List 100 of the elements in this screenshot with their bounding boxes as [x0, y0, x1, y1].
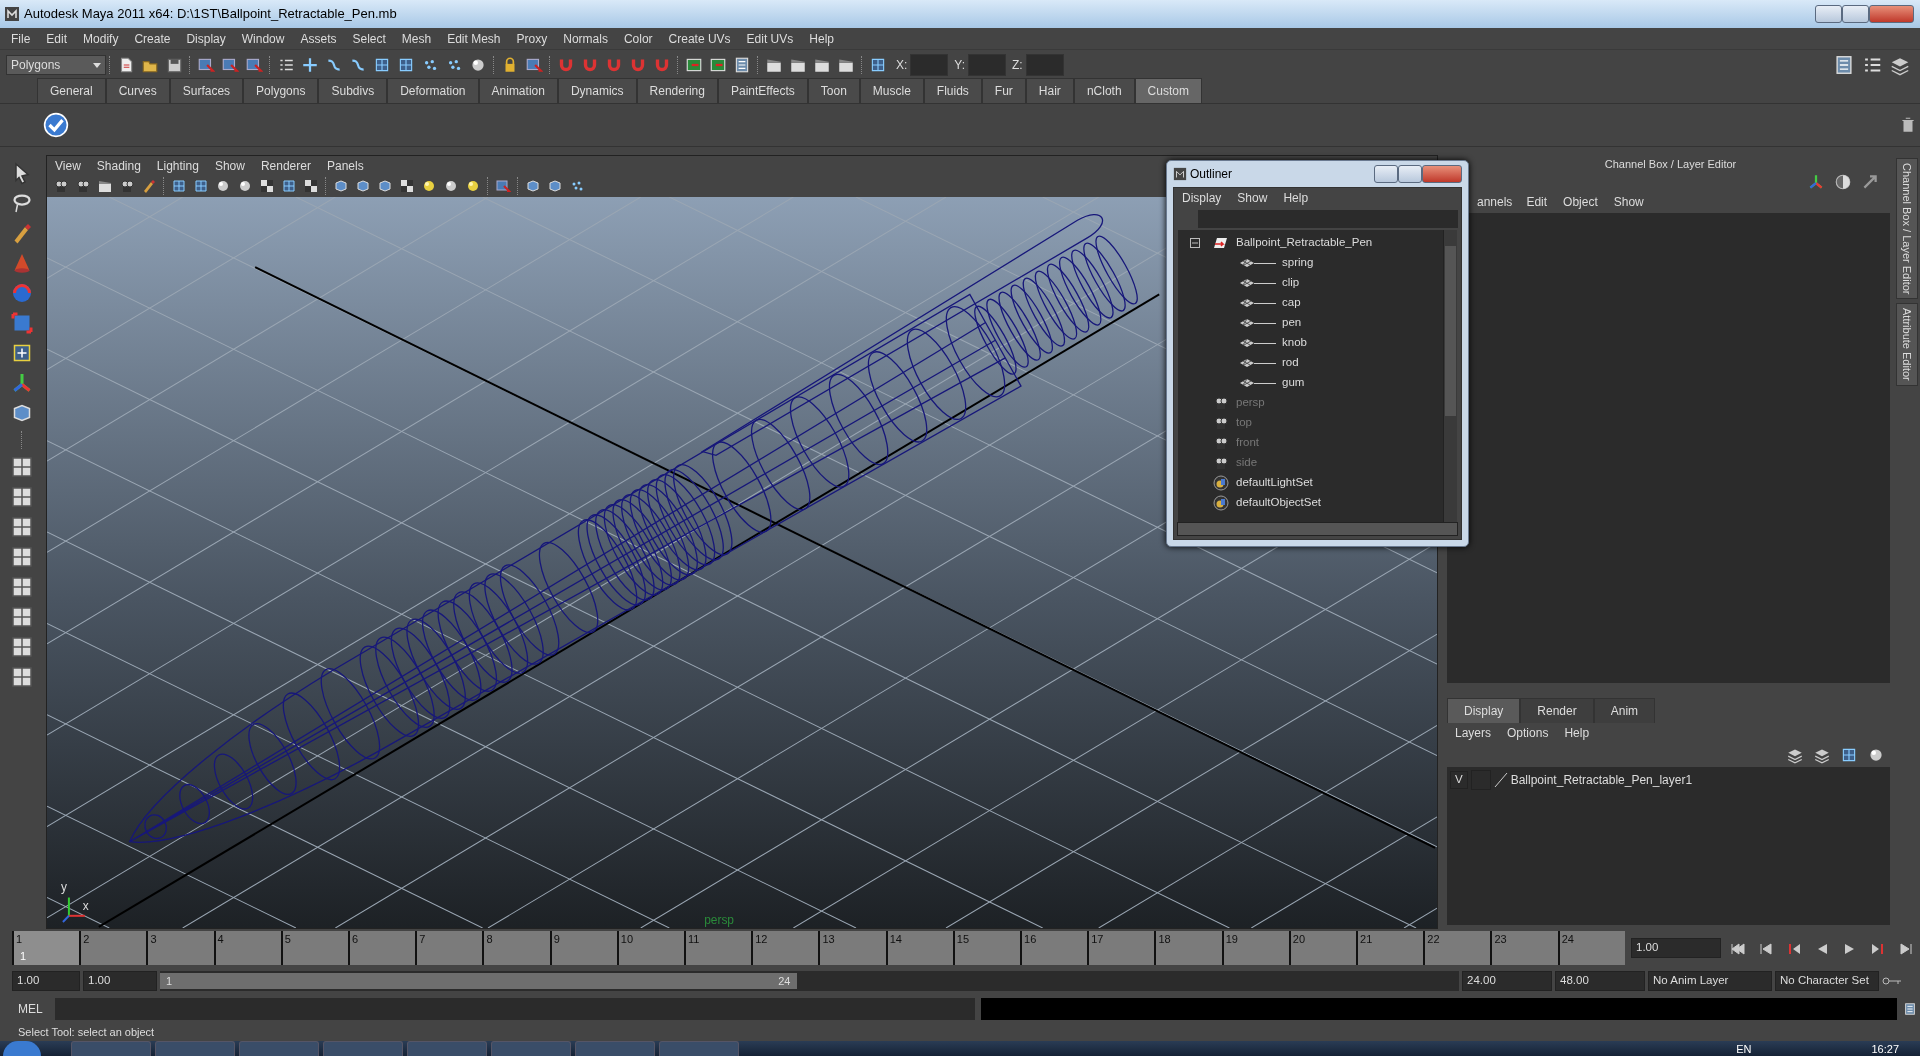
- shelf-tab[interactable]: Fur: [981, 78, 1026, 103]
- menu-item[interactable]: Normals: [555, 29, 616, 48]
- menu-item[interactable]: Options: [1499, 724, 1557, 742]
- layout-icon[interactable]: [10, 665, 34, 689]
- cube-icon[interactable]: [547, 178, 563, 194]
- sphere-icon[interactable]: [237, 178, 253, 194]
- shelf-tab[interactable]: Curves: [105, 78, 170, 103]
- end-time-field[interactable]: 48.00: [1555, 971, 1645, 991]
- layout-icon[interactable]: [10, 485, 34, 509]
- shelf-tab[interactable]: Fluids: [923, 78, 982, 103]
- checker-icon[interactable]: [303, 178, 319, 194]
- menu-item[interactable]: Window: [233, 29, 293, 48]
- layout-icon[interactable]: [10, 605, 34, 629]
- shelf-tab[interactable]: Hair: [1025, 78, 1074, 103]
- scrollbar[interactable]: [1443, 230, 1457, 522]
- sphere-icon[interactable]: [215, 178, 231, 194]
- side-tab[interactable]: Channel Box / Layer Editor: [1895, 158, 1919, 300]
- menu-item[interactable]: Show: [1229, 189, 1276, 207]
- language-indicator[interactable]: EN: [1736, 1043, 1752, 1056]
- menu-item[interactable]: Show: [206, 156, 253, 175]
- half-circle-icon[interactable]: [1834, 173, 1852, 191]
- menu-item[interactable]: Create UVs: [660, 29, 739, 48]
- tree-item[interactable]: Ballpoint_Retractable_Pen: [1236, 234, 1373, 252]
- tree-item[interactable]: defaultObjectSet: [1236, 494, 1322, 512]
- menu-item[interactable]: Edit Mesh: [439, 29, 509, 48]
- coordinate-field[interactable]: [910, 53, 949, 76]
- range-end-field[interactable]: 24.00: [1462, 971, 1552, 991]
- start-button[interactable]: [3, 1041, 41, 1056]
- time-slider[interactable]: 1 1 2 3 4 5 6 7 8 9 10 11 12 13 14 15 16 17 18 19 20 21 22 23 24: [12, 931, 1625, 965]
- checker-icon[interactable]: [399, 178, 415, 194]
- selection-box-icon[interactable]: [495, 178, 511, 194]
- menu-item[interactable]: Edit UVs: [738, 29, 802, 48]
- mode-dropdown[interactable]: Polygons: [6, 54, 106, 75]
- key-icon[interactable]: [1882, 976, 1902, 986]
- shelf-tab[interactable]: Toon: [807, 78, 860, 103]
- side-tab[interactable]: Attribute Editor: [1895, 303, 1919, 387]
- menu-item[interactable]: Proxy: [508, 29, 556, 48]
- clock[interactable]: 16:27: [1871, 1043, 1899, 1056]
- shelf-tab[interactable]: Custom: [1134, 78, 1202, 103]
- color-swatch-icon[interactable]: [1493, 772, 1508, 788]
- coordinate-field[interactable]: [1025, 53, 1064, 76]
- tree-item[interactable]: rod: [1282, 354, 1299, 372]
- minimize-button[interactable]: [1815, 5, 1842, 23]
- cube-icon[interactable]: [377, 178, 393, 194]
- menu-item[interactable]: Object: [1555, 193, 1606, 211]
- layout-icon[interactable]: [10, 455, 34, 479]
- diagonal-arrow-icon[interactable]: [1861, 173, 1879, 191]
- anim-layer-dropdown[interactable]: No Anim Layer: [1648, 971, 1772, 991]
- camera-icon[interactable]: [75, 178, 91, 194]
- command-field[interactable]: [54, 998, 975, 1020]
- layer-tab[interactable]: Render: [1520, 698, 1594, 723]
- pen-wireframe-drawing[interactable]: [129, 213, 1138, 843]
- maximize-button[interactable]: [1842, 5, 1869, 23]
- trash-icon[interactable]: [1899, 116, 1917, 134]
- minimize-button[interactable]: [1374, 165, 1398, 183]
- move-icon[interactable]: [301, 55, 319, 74]
- menu-item[interactable]: Select: [344, 29, 394, 48]
- current-time-field[interactable]: 1.00: [1631, 938, 1721, 958]
- maximize-button[interactable]: [1398, 165, 1422, 183]
- shelf-tab[interactable]: General: [37, 78, 106, 103]
- tree-item[interactable]: knob: [1282, 334, 1307, 352]
- shelf-tab[interactable]: Subdivs: [318, 78, 388, 103]
- layer-name[interactable]: Ballpoint_Retractable_Pen_layer1: [1510, 771, 1693, 789]
- clapper-icon[interactable]: [97, 178, 113, 194]
- character-set-dropdown[interactable]: No Character Set: [1775, 971, 1879, 991]
- menu-item[interactable]: Display: [1174, 189, 1230, 207]
- menu-item[interactable]: Mesh: [393, 29, 440, 48]
- grid-icon[interactable]: [171, 178, 187, 194]
- camera-icon[interactable]: [119, 178, 135, 194]
- previous-key-icon[interactable]: [1758, 940, 1774, 957]
- menu-item[interactable]: Show: [1605, 193, 1652, 211]
- scrollbar[interactable]: [1177, 522, 1458, 536]
- menu-item[interactable]: Renderer: [252, 156, 319, 175]
- filter-field[interactable]: [1198, 210, 1458, 228]
- menu-item[interactable]: Shading: [88, 156, 149, 175]
- range-slider[interactable]: 1 24: [160, 973, 797, 989]
- menu-item[interactable]: Display: [178, 29, 234, 48]
- menu-item[interactable]: Create: [126, 29, 179, 48]
- menu-item[interactable]: Modify: [75, 29, 127, 48]
- visibility-toggle[interactable]: V: [1450, 771, 1468, 789]
- layout-icon[interactable]: [10, 635, 34, 659]
- shelf-tab[interactable]: Animation: [478, 78, 558, 103]
- menu-item[interactable]: View: [47, 156, 89, 175]
- panel-icon[interactable]: [733, 55, 751, 74]
- layer-tab[interactable]: Anim: [1593, 698, 1656, 723]
- shelf-tab[interactable]: PaintEffects: [717, 78, 808, 103]
- menu-item[interactable]: Panels: [318, 156, 372, 175]
- shelf-tab[interactable]: nCloth: [1073, 78, 1135, 103]
- start-time-field[interactable]: 1.00: [12, 971, 80, 991]
- menu-item[interactable]: Edit: [1518, 193, 1556, 211]
- shelf-tab[interactable]: Surfaces: [169, 78, 244, 103]
- skip-to-start-icon[interactable]: [1730, 940, 1746, 957]
- grid-icon[interactable]: [193, 178, 209, 194]
- camera-icon[interactable]: [53, 178, 69, 194]
- menu-item[interactable]: Help: [1275, 189, 1317, 207]
- menu-item[interactable]: Assets: [292, 29, 345, 48]
- menu-item[interactable]: Color: [615, 29, 661, 48]
- light-icon[interactable]: [465, 178, 481, 194]
- shelf-tab[interactable]: Rendering: [636, 78, 718, 103]
- collapse-icon[interactable]: [1190, 238, 1200, 248]
